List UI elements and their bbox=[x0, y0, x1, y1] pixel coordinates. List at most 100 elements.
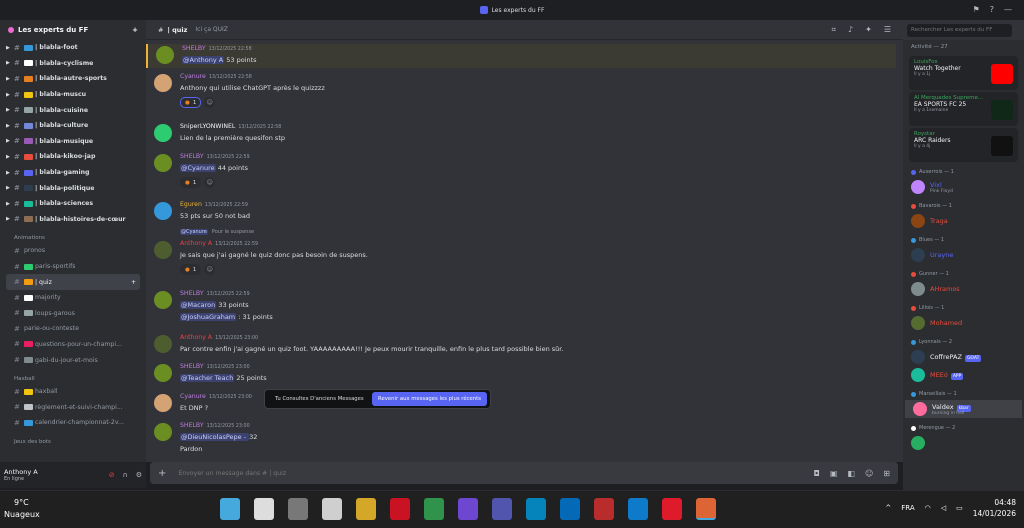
reaction-pill[interactable]: ● 1 bbox=[180, 264, 202, 275]
channel-item[interactable]: ▶ # | blabla-muscu bbox=[0, 87, 146, 103]
edge-icon[interactable] bbox=[628, 498, 648, 520]
author-name[interactable]: Eguren bbox=[180, 201, 202, 208]
search-icon[interactable] bbox=[254, 498, 274, 520]
avatar[interactable] bbox=[154, 241, 172, 259]
avatar[interactable] bbox=[154, 74, 172, 92]
avatar[interactable] bbox=[154, 364, 172, 382]
mail-icon[interactable] bbox=[560, 498, 580, 520]
member-item[interactable] bbox=[903, 434, 1024, 452]
apps-icon[interactable]: ⊞ bbox=[883, 469, 890, 478]
emoji-icon[interactable]: ☺ bbox=[865, 469, 873, 478]
channel-item[interactable]: # questions-pour-un-champi... bbox=[0, 337, 146, 353]
member-item[interactable]: Traga bbox=[903, 212, 1024, 230]
user-mention[interactable]: @DieuNicolasPepe - bbox=[180, 433, 250, 441]
channel-item[interactable]: ▶ # | blabla-musique bbox=[0, 134, 146, 150]
channel-item[interactable]: ▶ # | blabla-kikoo-jap bbox=[0, 149, 146, 165]
language-indicator[interactable]: FRA bbox=[901, 504, 914, 512]
channel-item[interactable]: ▶ # | blabla-autre-sports bbox=[0, 71, 146, 87]
add-reaction-icon[interactable]: ☺ bbox=[204, 97, 216, 108]
channel-item[interactable]: ▶ # | blabla-culture bbox=[0, 118, 146, 134]
avatar[interactable] bbox=[154, 423, 172, 441]
user-name[interactable]: Anthony A bbox=[4, 468, 38, 476]
avatar[interactable] bbox=[154, 124, 172, 142]
tray-chevron-icon[interactable]: ^ bbox=[885, 504, 891, 512]
member-item[interactable]: CoffrePAZ GOAT bbox=[903, 348, 1024, 366]
weather-widget[interactable]: 9°C Nuageux bbox=[4, 497, 40, 521]
avatar[interactable] bbox=[156, 46, 174, 64]
activity-card[interactable]: Roystar ARC Raiders Il y a 4j bbox=[909, 128, 1018, 162]
gift-icon[interactable]: ◘ bbox=[814, 469, 820, 478]
member-item[interactable]: AHramos bbox=[903, 280, 1024, 298]
pinned-icon[interactable]: ✦ bbox=[865, 25, 872, 35]
avatar[interactable] bbox=[154, 291, 172, 309]
user-mention[interactable]: @Cyanure bbox=[180, 164, 216, 172]
mute-mic-icon[interactable]: ⊘ bbox=[109, 471, 115, 479]
member-item[interactable]: Valdex kbar burning in hell bbox=[905, 400, 1022, 418]
channel-item[interactable]: ▶ # | blabla-gaming bbox=[0, 165, 146, 181]
gif-icon[interactable]: ▣ bbox=[830, 469, 838, 478]
channel-item[interactable]: ▶ # | blabla-politique bbox=[0, 180, 146, 196]
attach-plus-icon[interactable]: + bbox=[158, 468, 166, 479]
avatar[interactable] bbox=[154, 394, 172, 412]
avatar[interactable] bbox=[154, 202, 172, 220]
channel-item[interactable]: # parie-ou-conteste bbox=[0, 321, 146, 337]
channel-item[interactable]: ▶ # | blabla-cuisine bbox=[0, 102, 146, 118]
m365-icon[interactable] bbox=[458, 498, 478, 520]
start-icon[interactable] bbox=[220, 498, 240, 520]
author-name[interactable]: SHELBY bbox=[180, 290, 204, 297]
invite-icon[interactable]: + bbox=[131, 279, 136, 286]
activity-card[interactable]: Al Merquades Supreme... EA SPORTS FC 25 Il… bbox=[909, 92, 1018, 126]
avatar[interactable] bbox=[154, 335, 172, 353]
search-input[interactable] bbox=[907, 23, 1012, 37]
category-bots[interactable]: Jeux des bots bbox=[0, 431, 146, 447]
add-reaction-icon[interactable]: ☺ bbox=[204, 177, 216, 188]
channel-item[interactable]: # | quiz + bbox=[6, 274, 140, 290]
headphones-icon[interactable]: ∩ bbox=[123, 471, 128, 479]
add-member-icon[interactable]: + bbox=[132, 26, 138, 34]
author-name[interactable]: SHELBY bbox=[180, 422, 204, 429]
threads-icon[interactable]: ⌗ bbox=[832, 25, 837, 35]
avatar[interactable] bbox=[154, 154, 172, 172]
teams-icon[interactable] bbox=[492, 498, 512, 520]
category-animations[interactable]: Animations bbox=[0, 227, 146, 243]
help-icon[interactable]: ? bbox=[990, 5, 994, 14]
channel-item[interactable]: ▶ # | blabla-histoires-de-cœur bbox=[0, 212, 146, 228]
author-name[interactable]: SniperLYONWINEL bbox=[180, 123, 235, 130]
member-list-icon[interactable]: ☰ bbox=[884, 25, 891, 35]
add-reaction-icon[interactable]: ☺ bbox=[204, 264, 216, 275]
channel-item[interactable]: # calendrier-championnat-2v... bbox=[0, 415, 146, 431]
channel-item[interactable]: # haxball bbox=[0, 384, 146, 400]
clock[interactable]: 04:48 14/01/2026 bbox=[973, 497, 1016, 519]
member-item[interactable]: Urayne bbox=[903, 246, 1024, 264]
task-view-icon[interactable] bbox=[288, 498, 308, 520]
channel-item[interactable]: # règlement-et-suivi-champi... bbox=[0, 399, 146, 415]
user-mention[interactable]: @Anthony A bbox=[182, 56, 225, 64]
channel-item[interactable]: ▶ # | blabla-cyclisme bbox=[0, 56, 146, 72]
channel-item[interactable]: # majority bbox=[0, 290, 146, 306]
author-name[interactable]: SHELBY bbox=[182, 45, 206, 52]
channel-item[interactable]: # paris-sportifs bbox=[0, 259, 146, 275]
opera-icon[interactable] bbox=[662, 498, 682, 520]
author-name[interactable]: Cyanure bbox=[180, 393, 206, 400]
channel-item[interactable]: # pronos bbox=[0, 243, 146, 259]
reaction-pill[interactable]: ● 1 bbox=[180, 177, 202, 188]
user-mention[interactable]: @JoshuaGraham bbox=[180, 313, 237, 321]
tlc-icon[interactable] bbox=[594, 498, 614, 520]
inbox-icon[interactable]: ⚑ bbox=[973, 5, 980, 14]
reaction-pill[interactable]: ● 1 bbox=[180, 97, 202, 108]
firefox-icon[interactable] bbox=[696, 498, 716, 520]
myhp-icon[interactable] bbox=[526, 498, 546, 520]
user-mention[interactable]: @Macaron bbox=[180, 301, 217, 309]
wifi-icon[interactable]: ◠ bbox=[925, 504, 931, 512]
member-item[interactable]: Mohamed bbox=[903, 314, 1024, 332]
category-haxball[interactable]: Haxball bbox=[0, 368, 146, 384]
minimize-icon[interactable]: — bbox=[1004, 5, 1012, 14]
author-name[interactable]: SHELBY bbox=[180, 153, 204, 160]
channel-item[interactable]: # gabi-du-jour-et-mois bbox=[0, 352, 146, 368]
server-header[interactable]: Les experts du FF + bbox=[0, 20, 146, 40]
author-name[interactable]: Cyanure bbox=[180, 73, 206, 80]
user-mention[interactable]: @Teacher Teach bbox=[180, 374, 235, 382]
author-name[interactable]: SHELBY bbox=[180, 363, 204, 370]
settings-gear-icon[interactable]: ⚙ bbox=[136, 471, 142, 479]
file-icon[interactable] bbox=[322, 498, 342, 520]
